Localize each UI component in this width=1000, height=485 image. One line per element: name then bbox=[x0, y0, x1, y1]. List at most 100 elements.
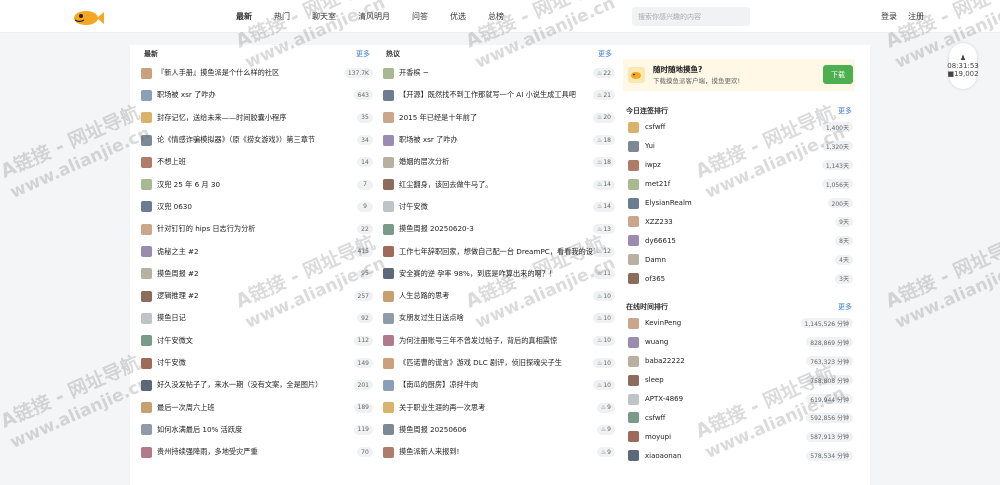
checkin-rank-row[interactable]: dy66615 8天 bbox=[623, 231, 855, 250]
avatar[interactable] bbox=[383, 424, 394, 436]
avatar[interactable] bbox=[383, 223, 394, 235]
avatar[interactable] bbox=[628, 178, 639, 190]
avatar[interactable] bbox=[383, 246, 394, 258]
post-title[interactable]: 职场被 xsr 了咋办 bbox=[157, 90, 373, 100]
avatar[interactable] bbox=[141, 134, 152, 146]
hot-post-row[interactable]: 讨午安微 ♨ 14 bbox=[383, 196, 615, 218]
latest-post-row[interactable]: 封存记忆，送给未来——时间胶囊小程序 35 bbox=[141, 107, 373, 129]
user-name[interactable]: of365 bbox=[645, 275, 665, 283]
avatar[interactable] bbox=[383, 134, 394, 146]
latest-post-row[interactable]: 『新人手册』摸鱼派是个什么样的社区 137.7K bbox=[141, 62, 373, 84]
avatar[interactable] bbox=[383, 67, 394, 79]
hot-post-row[interactable]: 摸鱼派新人来报到! ♨ 9 bbox=[383, 441, 615, 463]
avatar[interactable] bbox=[141, 424, 152, 436]
latest-post-row[interactable]: 不想上班 14 bbox=[141, 151, 373, 173]
online-rank-row[interactable]: csfwff 592,856 分钟 bbox=[623, 408, 855, 427]
checkin-rank-row[interactable]: met21f 1,056天 bbox=[623, 175, 855, 194]
hot-post-row[interactable]: 【南瓜的厨房】凉拌牛肉 ♨ 10 bbox=[383, 374, 615, 396]
hot-post-row[interactable]: 红尘翻身，该回去做牛马了。 ♨ 14 bbox=[383, 173, 615, 195]
nav-latest[interactable]: 最新 bbox=[236, 11, 252, 22]
post-title[interactable]: 为何注册账号三年不曾发过帖子，背后的真相震惊 bbox=[399, 336, 615, 346]
user-name[interactable]: baba22222 bbox=[645, 357, 685, 365]
post-title[interactable]: 封存记忆，送给未来——时间胶囊小程序 bbox=[157, 113, 373, 123]
avatar[interactable] bbox=[141, 402, 152, 414]
avatar[interactable] bbox=[141, 156, 152, 168]
online-rank-row[interactable]: moyupi 587,913 分钟 bbox=[623, 427, 855, 446]
post-title[interactable]: 人生总路的思考 bbox=[399, 291, 615, 301]
post-title[interactable]: 职场被 xsr 了咋办 bbox=[399, 135, 615, 145]
post-title[interactable]: 摸鱼日记 bbox=[157, 313, 373, 323]
hot-post-row[interactable]: 【开源】既然找不到工作那就写一个 AI 小说生成工具吧 ♨ 21 bbox=[383, 84, 615, 106]
floating-clock[interactable]: ♟ 08:31:53 ■19,002 bbox=[947, 43, 979, 89]
post-title[interactable]: 贵州持续强降雨，多地受灾严重 bbox=[157, 447, 373, 457]
post-title[interactable]: 关于职业生涯的再一次思考 bbox=[399, 403, 615, 413]
post-title[interactable]: 安全赛的逆 孕率 98%，到底是咋算出来的啊？！ bbox=[399, 269, 615, 279]
avatar[interactable] bbox=[141, 223, 152, 235]
hot-post-row[interactable]: 职场被 xsr 了咋办 ♨ 18 bbox=[383, 129, 615, 151]
avatar[interactable] bbox=[628, 374, 639, 386]
checkin-rank-row[interactable]: Damn 4天 bbox=[623, 250, 855, 269]
fish-logo-icon[interactable] bbox=[69, 7, 105, 27]
avatar[interactable] bbox=[628, 216, 639, 228]
post-title[interactable]: 工作七年辞职回家，想做自己配一台 DreamPC，看看我的设计吧 bbox=[399, 247, 615, 257]
latest-post-row[interactable]: 汉兜 25 年 6 月 30 7 bbox=[141, 173, 373, 195]
nav-leaderboard[interactable]: 总榜 bbox=[488, 11, 504, 22]
checkin-rank-row[interactable]: ElysianRealm 200天 bbox=[623, 194, 855, 213]
avatar[interactable] bbox=[383, 112, 394, 124]
checkin-rank-row[interactable]: of365 3天 bbox=[623, 269, 855, 288]
post-title[interactable]: 摸鱼派新人来报到! bbox=[399, 447, 615, 457]
hot-post-row[interactable]: 人生总路的思考 ♨ 10 bbox=[383, 285, 615, 307]
avatar[interactable] bbox=[628, 121, 639, 133]
avatar[interactable] bbox=[141, 268, 152, 280]
avatar[interactable] bbox=[383, 357, 394, 369]
checkin-rank-row[interactable]: iwpz 1,143天 bbox=[623, 156, 855, 175]
register-link[interactable]: 注册 bbox=[908, 11, 924, 22]
hot-post-row[interactable]: 2015 年已经是十年前了 ♨ 20 bbox=[383, 107, 615, 129]
avatar[interactable] bbox=[628, 336, 639, 348]
avatar[interactable] bbox=[141, 89, 152, 101]
post-title[interactable]: 如何水满最后 10% 活跃度 bbox=[157, 425, 373, 435]
post-title[interactable]: 红尘翻身，该回去做牛马了。 bbox=[399, 180, 615, 190]
online-rank-row[interactable]: xiaoaonan 578,534 分钟 bbox=[623, 446, 855, 465]
user-name[interactable]: APTX-4869 bbox=[645, 395, 683, 403]
latest-post-row[interactable]: 论《情感诈骗模拟器》（原《捞女游戏》）第三章节 34 bbox=[141, 129, 373, 151]
online-rank-row[interactable]: APTX-4869 619,944 分钟 bbox=[623, 390, 855, 409]
post-title[interactable]: 诡秘之主 #2 bbox=[157, 247, 373, 257]
user-name[interactable]: Damn bbox=[645, 256, 666, 264]
avatar[interactable] bbox=[383, 89, 394, 101]
post-title[interactable]: 开香槟 ~ bbox=[399, 68, 615, 78]
avatar[interactable] bbox=[141, 112, 152, 124]
avatar[interactable] bbox=[628, 393, 639, 405]
post-title[interactable]: 汉兜 0630 bbox=[157, 202, 373, 212]
post-title[interactable]: 婚姻的层次分析 bbox=[399, 157, 615, 167]
avatar[interactable] bbox=[628, 317, 639, 329]
nav-qa[interactable]: 问答 bbox=[412, 11, 428, 22]
post-title[interactable]: 【开源】既然找不到工作那就写一个 AI 小说生成工具吧 bbox=[399, 90, 615, 100]
avatar[interactable] bbox=[628, 450, 639, 462]
post-title[interactable]: 【南瓜的厨房】凉拌牛肉 bbox=[399, 380, 615, 390]
avatar[interactable] bbox=[383, 379, 394, 391]
latest-post-row[interactable]: 讨午安微 149 bbox=[141, 352, 373, 374]
avatar[interactable] bbox=[141, 290, 152, 302]
online-rank-row[interactable]: wuang 828,869 分钟 bbox=[623, 333, 855, 352]
user-name[interactable]: iwpz bbox=[645, 161, 661, 169]
avatar[interactable] bbox=[628, 140, 639, 152]
hot-post-row[interactable]: 关于职业生涯的再一次思考 ♨ 9 bbox=[383, 396, 615, 418]
nav-chatroom[interactable]: 聊天室 bbox=[312, 11, 336, 22]
user-name[interactable]: met21f bbox=[645, 180, 670, 188]
avatar[interactable] bbox=[383, 268, 394, 280]
download-button[interactable]: 下载 bbox=[823, 65, 853, 84]
checkin-more-link[interactable]: 更多 bbox=[838, 106, 852, 116]
avatar[interactable] bbox=[141, 379, 152, 391]
hot-post-row[interactable]: 摸鱼周报 20250606 ♨ 9 bbox=[383, 419, 615, 441]
avatar[interactable] bbox=[383, 335, 394, 347]
post-title[interactable]: 『新人手册』摸鱼派是个什么样的社区 bbox=[157, 68, 373, 78]
latest-post-row[interactable]: 诡秘之主 #2 415 bbox=[141, 240, 373, 262]
online-rank-row[interactable]: baba22222 763,323 分钟 bbox=[623, 352, 855, 371]
latest-post-row[interactable]: 最后一次周六上班 189 bbox=[141, 396, 373, 418]
avatar[interactable] bbox=[383, 156, 394, 168]
avatar[interactable] bbox=[628, 273, 639, 285]
avatar[interactable] bbox=[628, 159, 639, 171]
avatar[interactable] bbox=[141, 246, 152, 258]
user-name[interactable]: XZZ233 bbox=[645, 218, 673, 226]
